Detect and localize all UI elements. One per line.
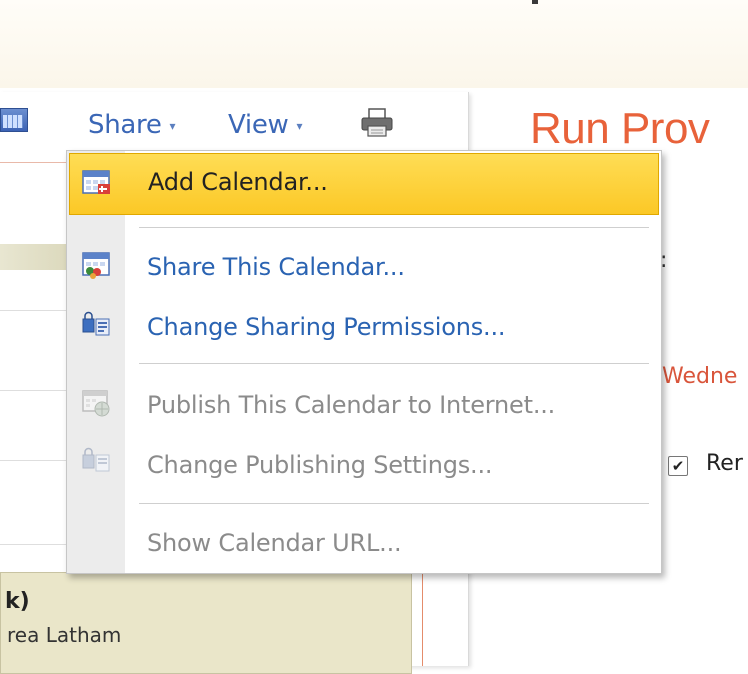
- chevron-down-icon: ▾: [296, 118, 303, 133]
- publish-calendar-icon: [82, 390, 110, 417]
- menu-item-show-calendar-url[interactable]: Show Calendar URL...: [67, 515, 661, 575]
- menu-item-label: Show Calendar URL...: [147, 529, 402, 557]
- sharing-permissions-icon: [82, 311, 110, 336]
- menu-item-publish-calendar[interactable]: Publish This Calendar to Internet...: [67, 377, 661, 437]
- reminder-label: Rer: [706, 451, 743, 476]
- calendar-grid-line: [0, 544, 68, 545]
- calendar-view-icon[interactable]: [0, 108, 28, 132]
- event-title: k): [5, 589, 30, 614]
- header-marker: [532, 0, 538, 4]
- page-title: Run Prov: [530, 104, 710, 153]
- menu-item-change-sharing-permissions[interactable]: Change Sharing Permissions...: [67, 299, 661, 359]
- event-day-text: Wedne: [662, 364, 738, 389]
- menu-item-label: Change Publishing Settings...: [147, 451, 493, 479]
- share-menu-label: Share: [88, 110, 162, 140]
- menu-item-add-calendar[interactable]: Add Calendar...: [69, 153, 659, 215]
- add-calendar-icon: [82, 170, 110, 194]
- calendar-event[interactable]: k) rea Latham: [0, 572, 412, 674]
- event-organizer: rea Latham: [7, 623, 122, 647]
- publishing-settings-icon: [82, 447, 110, 472]
- share-calendar-icon: [82, 252, 110, 279]
- printer-icon[interactable]: [360, 108, 394, 138]
- reminder-checkbox[interactable]: ✔: [668, 456, 688, 476]
- menu-separator: [139, 363, 649, 364]
- menu-item-label: Change Sharing Permissions...: [147, 313, 506, 341]
- menu-item-label: Publish This Calendar to Internet...: [147, 391, 556, 419]
- view-menu-label: View: [228, 110, 289, 140]
- menu-separator: [139, 227, 649, 228]
- view-menu-button[interactable]: View ▾: [228, 110, 303, 140]
- menu-item-share-calendar[interactable]: Share This Calendar...: [67, 237, 661, 297]
- calendar-grid-line: [0, 390, 68, 391]
- calendar-grid-line: [0, 310, 68, 311]
- share-menu-button[interactable]: Share ▾: [88, 110, 176, 140]
- menu-item-label: Add Calendar...: [148, 168, 328, 196]
- menu-separator: [139, 503, 649, 504]
- menu-item-label: Share This Calendar...: [147, 253, 405, 281]
- page-header-band: [0, 0, 748, 88]
- calendar-row-band: [0, 244, 68, 270]
- share-dropdown-menu: Add Calendar... Share This Calendar... C…: [66, 150, 662, 574]
- calendar-grid-line: [0, 460, 68, 461]
- chevron-down-icon: ▾: [169, 118, 176, 133]
- menu-item-change-publishing-settings[interactable]: Change Publishing Settings...: [67, 437, 661, 497]
